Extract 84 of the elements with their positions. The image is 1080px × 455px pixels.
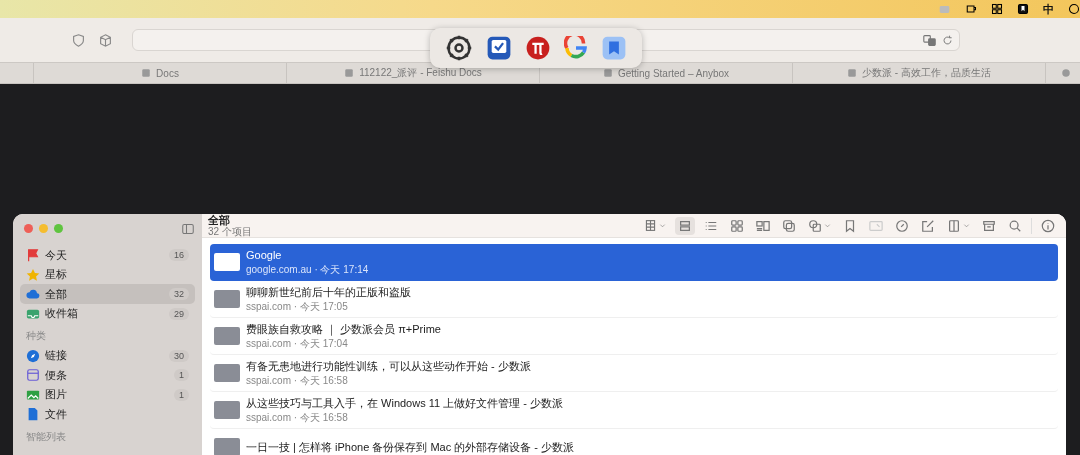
input-method-indicator[interactable]: 中	[1043, 1, 1054, 17]
columns-icon	[947, 218, 961, 233]
reload-icon	[942, 34, 953, 46]
gallery-icon	[756, 218, 770, 233]
note-icon	[26, 368, 40, 383]
view-mode-button[interactable]	[675, 216, 695, 235]
list-row[interactable]: 费眼族自救攻略 ｜ 少数派会员 π+Prime sspai.com · 今天 17:04	[210, 318, 1058, 355]
flag-icon	[26, 248, 40, 263]
item-title: 从这些技巧与工具入手，在 Windows 11 上做好文件管理 - 少数派	[246, 395, 563, 411]
sidebar-item[interactable]: 全部 32	[20, 284, 195, 304]
item-title: 聊聊新世纪前后十年的正版和盗版	[246, 284, 411, 300]
item-count: 30	[169, 350, 189, 362]
translate-icon	[923, 33, 936, 47]
page-icon	[602, 68, 613, 78]
sidebar-item[interactable]: 便条 1	[20, 365, 195, 386]
page-icon	[847, 68, 858, 78]
copy-icon	[782, 218, 796, 233]
bookmark-app-icon	[601, 35, 628, 61]
sidebar-item[interactable]: 文件	[20, 404, 195, 424]
item-title: 有备无患地进行功能性训练，可以从这些动作开始 - 少数派	[246, 358, 531, 374]
item-meta: sspai.com · 今天 17:04	[246, 336, 349, 351]
item-meta: sspai.com · 今天 16:58	[246, 410, 349, 425]
section-title: 智能列表	[25, 429, 67, 444]
info-icon	[1041, 218, 1055, 233]
item-count: 16	[169, 249, 189, 262]
page-icon	[141, 68, 152, 78]
sidebar-item[interactable]: 今天 16	[20, 245, 195, 265]
checkbox-app-icon	[485, 35, 512, 61]
item-count-text: 32 个项目	[208, 226, 253, 237]
grid-icon	[730, 218, 744, 233]
grid-icon	[991, 3, 1003, 15]
chevron-down-icon	[963, 222, 970, 229]
section-title: 种类	[25, 329, 47, 344]
image-icon	[869, 218, 883, 233]
edit-icon	[921, 218, 935, 233]
chevron-down-icon	[659, 222, 666, 229]
pi-circle-icon	[524, 35, 551, 61]
item-count: 1	[174, 369, 189, 382]
sidebar-item[interactable]: 收件箱 29	[20, 303, 195, 324]
item-title: Google	[246, 247, 283, 263]
thumbnail-placeholder	[214, 364, 240, 382]
file-icon	[26, 407, 40, 422]
list-title: 全部	[208, 214, 230, 226]
circle-icon	[1068, 3, 1080, 15]
list-row[interactable]: Google google.com.au · 今天 17:14	[210, 244, 1058, 281]
item-meta: sspai.com · 今天 17:05	[246, 299, 349, 314]
chevron-down-icon	[824, 222, 831, 229]
thumbnail-placeholder	[214, 438, 240, 455]
thumbnail-placeholder	[214, 327, 240, 345]
search-icon	[1008, 218, 1022, 233]
box-icon	[99, 33, 112, 47]
sidebar-item[interactable]: 图片 1	[20, 385, 195, 405]
rows-icon	[678, 218, 692, 233]
shapes-icon	[808, 218, 822, 233]
compass-icon	[895, 218, 909, 233]
thumbnail-placeholder	[214, 401, 240, 419]
list-row[interactable]: 一日一技 | 怎样将 iPhone 备份保存到 Mac 的外部存储设备 - 少数派	[210, 429, 1058, 455]
sidebar-toggle-icon	[181, 222, 195, 235]
item-count: 29	[169, 307, 189, 320]
list-row[interactable]: 从这些技巧与工具入手，在 Windows 11 上做好文件管理 - 少数派 sspai.com · 今天 16:58	[210, 392, 1058, 429]
archive-icon	[982, 218, 996, 233]
item-meta: google.com.au · 今天 17:14	[246, 262, 369, 277]
g-logo-icon	[564, 36, 589, 60]
sidebar-item[interactable]: 星标	[20, 265, 195, 285]
menu-extra-icon	[938, 3, 951, 15]
item-count: 1	[174, 388, 189, 401]
star-icon	[26, 267, 40, 282]
bookmark-square-icon	[1017, 3, 1029, 15]
sidebar-item[interactable]: 链接 30	[20, 346, 195, 366]
list-row[interactable]: 聊聊新世纪前后十年的正版和盗版 sspai.com · 今天 17:05	[210, 281, 1058, 318]
bookmark-icon	[843, 218, 857, 233]
item-meta: sspai.com · 今天 16:58	[246, 373, 349, 388]
thumbnail-placeholder	[214, 253, 240, 271]
page-icon	[1061, 68, 1071, 78]
compass-icon	[26, 349, 40, 363]
item-title: 一日一技 | 怎样将 iPhone 备份保存到 Mac 的外部存储设备 - 少数派	[246, 439, 574, 455]
close-button[interactable]	[24, 224, 33, 234]
list-row[interactable]: 有备无患地进行功能性训练，可以从这些动作开始 - 少数派 sspai.com · 今天 16:58	[210, 355, 1058, 392]
item-title: 费眼族自救攻略 ｜ 少数派会员 π+Prime	[246, 321, 441, 337]
thumbnail-placeholder	[214, 290, 240, 308]
item-count: 32	[169, 288, 189, 301]
shield-icon	[72, 33, 85, 47]
page-icon	[344, 68, 355, 78]
grid-icon	[644, 219, 657, 232]
